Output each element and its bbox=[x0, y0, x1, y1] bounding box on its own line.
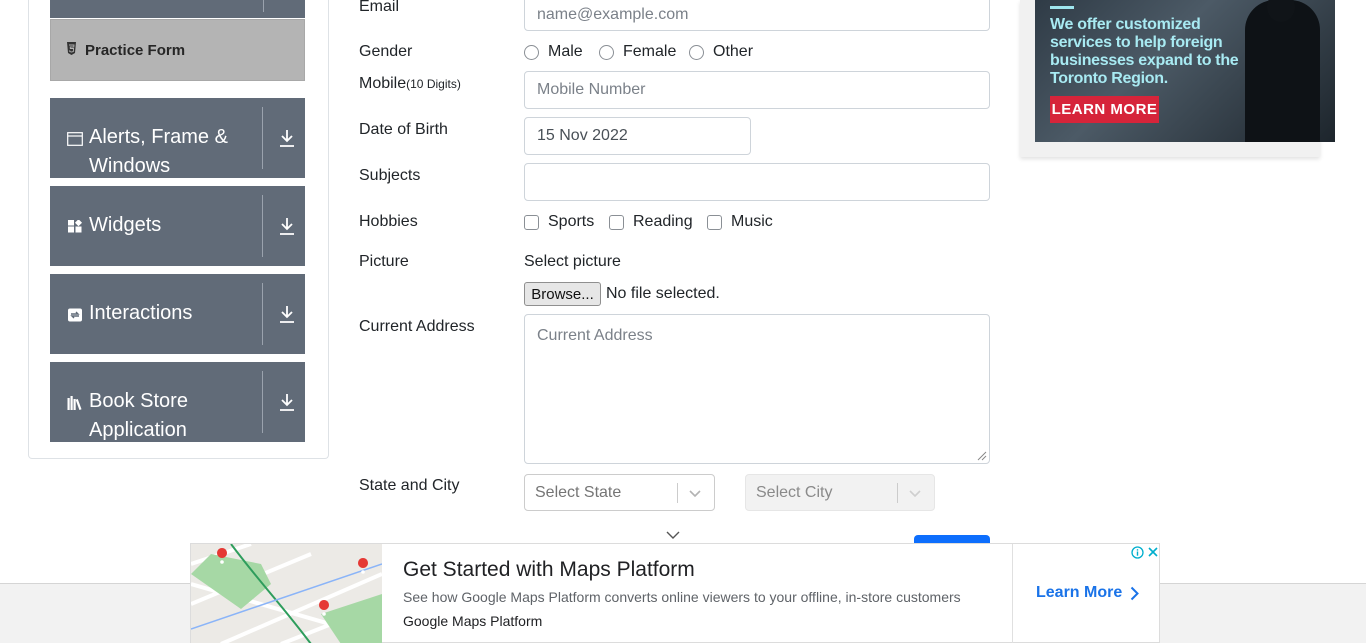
checkbox-box[interactable] bbox=[524, 214, 539, 230]
download-icon[interactable] bbox=[279, 392, 295, 412]
checkbox-label: Reading bbox=[633, 213, 693, 230]
ad-banner-bottom[interactable]: Get Started with Maps Platform See how G… bbox=[190, 543, 1160, 643]
gender-other-radio[interactable]: Other bbox=[689, 43, 753, 61]
dob-label: Date of Birth bbox=[359, 121, 448, 138]
state-placeholder: Select State bbox=[535, 484, 622, 501]
sidebar-group-label: Interactions bbox=[89, 302, 193, 324]
download-icon[interactable] bbox=[279, 304, 295, 324]
chevron-down-icon[interactable] bbox=[908, 486, 922, 500]
interactions-icon bbox=[68, 308, 82, 322]
hobby-music-checkbox[interactable]: Music bbox=[707, 213, 773, 231]
email-label: Email bbox=[359, 0, 400, 15]
chevron-right-icon bbox=[1131, 586, 1140, 600]
gender-label: Gender bbox=[359, 43, 413, 60]
group-separator bbox=[262, 283, 263, 345]
ad-banner-top[interactable]: We offer customized services to help for… bbox=[1020, 0, 1335, 157]
html5-icon bbox=[66, 42, 77, 58]
close-icon[interactable] bbox=[1145, 544, 1161, 560]
checkbox-label: Sports bbox=[548, 213, 595, 230]
dob-value: 15 Nov 2022 bbox=[537, 127, 628, 144]
select-separator bbox=[677, 483, 678, 503]
ad-divider bbox=[1012, 544, 1013, 643]
sidebar-group-label: Alerts, Frame & bbox=[89, 126, 228, 148]
state-select[interactable]: Select State bbox=[524, 474, 715, 511]
radio-circle[interactable] bbox=[689, 44, 704, 60]
email-placeholder: name@example.com bbox=[537, 5, 689, 23]
sidebar-group-interactions[interactable]: Interactions bbox=[50, 274, 305, 354]
dob-input[interactable]: 15 Nov 2022 bbox=[524, 117, 751, 155]
mobile-hint: (10 Digits) bbox=[406, 77, 461, 91]
ad-choices[interactable] bbox=[1129, 544, 1161, 560]
radio-label: Male bbox=[548, 43, 583, 60]
group-separator bbox=[263, 0, 264, 12]
chevron-down-icon[interactable] bbox=[665, 528, 681, 542]
widgets-icon bbox=[68, 220, 83, 233]
chevron-down-icon[interactable] bbox=[688, 486, 702, 500]
select-picture-label: Select picture bbox=[524, 253, 621, 270]
current-address-textarea[interactable]: Current Address bbox=[524, 314, 990, 464]
current-address-label: Current Address bbox=[359, 318, 475, 335]
ad-text: We offer customized services to help for… bbox=[1050, 16, 1239, 87]
ad-image[interactable]: We offer customized services to help for… bbox=[1035, 0, 1335, 142]
radio-label: Other bbox=[713, 43, 754, 60]
group-separator bbox=[262, 107, 263, 169]
gender-female-radio[interactable]: Female bbox=[599, 43, 676, 61]
hobbies-label: Hobbies bbox=[359, 213, 418, 230]
hobby-sports-checkbox[interactable]: Sports bbox=[524, 213, 594, 231]
sidebar-group-label: Widgets bbox=[89, 214, 162, 236]
mobile-label: Mobile(10 Digits) bbox=[359, 75, 461, 93]
mobile-label-text: Mobile bbox=[359, 75, 407, 92]
group-separator bbox=[262, 371, 263, 433]
browse-button[interactable]: Browse... bbox=[524, 282, 601, 306]
sidebar-group-book-store[interactable]: Book Store Application bbox=[50, 362, 305, 442]
checkbox-box[interactable] bbox=[609, 214, 624, 230]
window-icon bbox=[67, 132, 83, 146]
group-separator bbox=[262, 195, 263, 257]
sidebar-group-label-line2: Application bbox=[89, 419, 187, 441]
sidebar-item-label: Practice Form bbox=[85, 41, 186, 59]
radio-circle[interactable] bbox=[524, 44, 539, 60]
books-icon bbox=[67, 396, 82, 410]
state-city-label: State and City bbox=[359, 477, 460, 494]
map-image bbox=[191, 544, 382, 643]
address-placeholder: Current Address bbox=[537, 327, 653, 344]
mobile-input[interactable]: Mobile Number bbox=[524, 71, 990, 109]
radio-label: Female bbox=[623, 43, 677, 60]
checkbox-box[interactable] bbox=[707, 214, 722, 230]
sidebar-item-practice-form[interactable]: Practice Form bbox=[50, 19, 305, 81]
sidebar-group-widgets[interactable]: Widgets bbox=[50, 186, 305, 266]
subjects-label: Subjects bbox=[359, 167, 421, 184]
sidebar-group-alerts[interactable]: Alerts, Frame & Windows bbox=[50, 98, 305, 178]
file-status: No file selected. bbox=[606, 285, 720, 302]
subjects-input[interactable] bbox=[524, 163, 990, 201]
hobby-reading-checkbox[interactable]: Reading bbox=[609, 213, 693, 231]
resize-handle-icon[interactable] bbox=[975, 449, 987, 461]
ad-description: See how Google Maps Platform converts on… bbox=[403, 589, 961, 605]
city-placeholder: Select City bbox=[756, 484, 833, 501]
ad-brand: Google Maps Platform bbox=[403, 613, 543, 629]
select-separator bbox=[897, 483, 898, 503]
picture-label: Picture bbox=[359, 253, 409, 270]
ad-title[interactable]: Get Started with Maps Platform bbox=[403, 558, 695, 582]
checkbox-label: Music bbox=[731, 213, 773, 230]
ad-learn-more-link[interactable]: Learn More bbox=[1036, 584, 1140, 602]
radio-circle[interactable] bbox=[599, 44, 614, 60]
gender-male-radio[interactable]: Male bbox=[524, 43, 583, 61]
mobile-placeholder: Mobile Number bbox=[537, 81, 646, 98]
learn-more-label: Learn More bbox=[1036, 584, 1123, 601]
download-icon[interactable] bbox=[279, 128, 295, 148]
info-icon[interactable] bbox=[1129, 544, 1145, 560]
email-input[interactable]: name@example.com bbox=[524, 0, 990, 31]
city-select[interactable]: Select City bbox=[745, 474, 935, 511]
sidebar-group-label-line2: Windows bbox=[89, 155, 171, 177]
sidebar-group-forms[interactable] bbox=[50, 0, 305, 18]
download-icon[interactable] bbox=[279, 216, 295, 236]
ad-stripe bbox=[1050, 6, 1074, 9]
sidebar-group-label: Book Store bbox=[89, 390, 188, 412]
ad-learn-more-button[interactable]: LEARN MORE bbox=[1050, 96, 1159, 123]
